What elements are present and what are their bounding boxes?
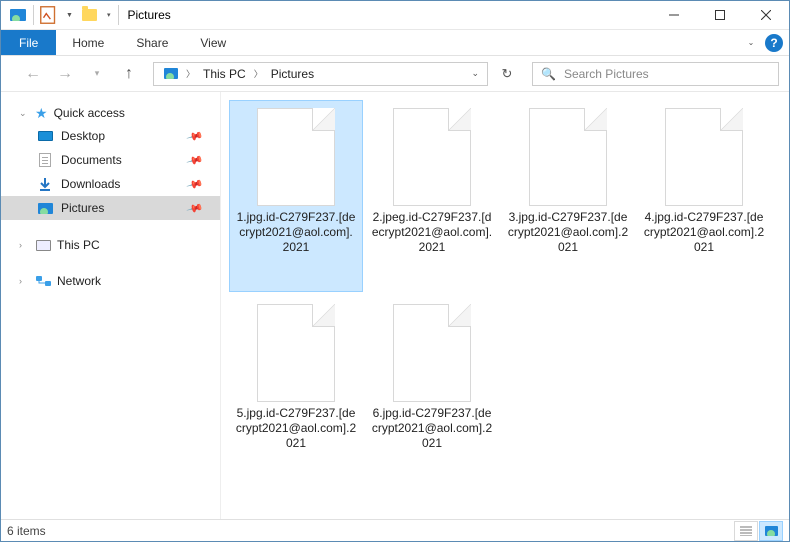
file-list[interactable]: 1.jpg.id-C279F237.[decrypt2021@aol.com].… — [221, 92, 789, 519]
window-controls — [651, 1, 789, 30]
file-item[interactable]: 3.jpg.id-C279F237.[decrypt2021@aol.com].… — [501, 100, 635, 292]
tab-view[interactable]: View — [184, 30, 242, 55]
sidebar-item-pictures[interactable]: Pictures 📌 — [1, 196, 220, 220]
file-label: 6.jpg.id-C279F237.[decrypt2021@aol.com].… — [365, 406, 499, 451]
search-icon: 🔍 — [541, 67, 556, 81]
pin-icon: 📌 — [186, 199, 204, 217]
file-item[interactable]: 6.jpg.id-C279F237.[decrypt2021@aol.com].… — [365, 296, 499, 488]
breadcrumb-item[interactable]: This PC — [197, 67, 252, 81]
window-title: Pictures — [121, 8, 170, 22]
large-icons-view-button[interactable] — [759, 521, 783, 541]
caret-right-icon: › — [19, 276, 29, 286]
forward-button[interactable]: → — [51, 60, 79, 88]
sidebar-item-documents[interactable]: Documents 📌 — [19, 148, 220, 172]
sidebar-item-network[interactable]: › Network — [19, 270, 220, 292]
breadcrumb-dropdown-icon[interactable]: ⌄ — [471, 68, 479, 79]
sidebar-item-label: This PC — [57, 238, 100, 252]
sidebar-item-this-pc[interactable]: › This PC — [19, 234, 220, 256]
file-label: 5.jpg.id-C279F237.[decrypt2021@aol.com].… — [229, 406, 363, 451]
qat-customize[interactable]: ▾ — [103, 11, 115, 19]
file-icon — [257, 108, 335, 206]
caret-down-icon: ⌄ — [19, 108, 29, 119]
sidebar-item-label: Pictures — [61, 201, 104, 215]
item-count: 6 items — [7, 524, 46, 538]
file-icon — [393, 108, 471, 206]
desktop-icon — [37, 129, 53, 143]
file-label: 4.jpg.id-C279F237.[decrypt2021@aol.com].… — [637, 210, 771, 255]
up-button[interactable]: ↑ — [115, 60, 143, 88]
file-item[interactable]: 4.jpg.id-C279F237.[decrypt2021@aol.com].… — [637, 100, 771, 292]
chevron-right-icon[interactable]: 〉 — [184, 67, 197, 80]
ribbon-collapse-icon[interactable]: ⌄ — [739, 38, 763, 47]
minimize-button[interactable] — [651, 1, 697, 30]
quick-access-toolbar: ▼ ▾ — [1, 4, 121, 26]
status-bar: 6 items — [1, 519, 789, 542]
navigation-pane: ⌄ ★ Quick access Desktop 📌 Documents 📌 D… — [1, 92, 221, 519]
help-icon[interactable]: ? — [765, 34, 783, 52]
ribbon: File Home Share View ⌄ ? — [1, 30, 789, 56]
sidebar-item-label: Documents — [61, 153, 122, 167]
search-input[interactable]: 🔍 Search Pictures — [532, 62, 779, 86]
sidebar-item-label: Quick access — [54, 106, 125, 120]
folder-icon[interactable] — [79, 4, 101, 26]
back-button[interactable]: ← — [19, 60, 47, 88]
recent-dropdown[interactable]: ▾ — [83, 60, 111, 88]
properties-icon[interactable] — [38, 4, 60, 26]
file-icon — [393, 304, 471, 402]
separator — [33, 5, 34, 25]
sidebar-item-downloads[interactable]: Downloads 📌 — [19, 172, 220, 196]
documents-icon — [37, 153, 53, 167]
search-placeholder: Search Pictures — [564, 67, 649, 81]
file-tab[interactable]: File — [1, 30, 56, 55]
qat-dropdown[interactable]: ▼ — [62, 12, 77, 19]
breadcrumb[interactable]: 〉 This PC 〉 Pictures ⌄ — [153, 62, 488, 86]
details-view-button[interactable] — [734, 521, 758, 541]
chevron-right-icon[interactable]: 〉 — [252, 67, 265, 80]
sidebar-item-desktop[interactable]: Desktop 📌 — [19, 124, 220, 148]
sidebar-item-quick-access[interactable]: ⌄ ★ Quick access — [19, 102, 220, 124]
pin-icon: 📌 — [186, 127, 204, 145]
refresh-button[interactable]: ↻ — [492, 66, 522, 82]
app-icon — [7, 4, 29, 26]
file-label: 2.jpeg.id-C279F237.[decrypt2021@aol.com]… — [365, 210, 499, 255]
file-icon — [529, 108, 607, 206]
caret-right-icon: › — [19, 240, 29, 250]
tab-home[interactable]: Home — [56, 30, 120, 55]
file-label: 1.jpg.id-C279F237.[decrypt2021@aol.com].… — [230, 210, 362, 255]
tab-share[interactable]: Share — [120, 30, 184, 55]
navigation-bar: ← → ▾ ↑ 〉 This PC 〉 Pictures ⌄ ↻ 🔍 Searc… — [1, 56, 789, 92]
network-icon — [35, 274, 51, 288]
close-button[interactable] — [743, 1, 789, 30]
pin-icon: 📌 — [186, 175, 204, 193]
file-item[interactable]: 2.jpeg.id-C279F237.[decrypt2021@aol.com]… — [365, 100, 499, 292]
sidebar-item-label: Desktop — [61, 129, 105, 143]
file-icon — [257, 304, 335, 402]
maximize-button[interactable] — [697, 1, 743, 30]
breadcrumb-root-icon[interactable] — [158, 68, 184, 79]
pictures-icon — [37, 201, 53, 215]
pin-icon: 📌 — [186, 151, 204, 169]
file-item[interactable]: 5.jpg.id-C279F237.[decrypt2021@aol.com].… — [229, 296, 363, 488]
file-item[interactable]: 1.jpg.id-C279F237.[decrypt2021@aol.com].… — [229, 100, 363, 292]
pc-icon — [35, 238, 51, 252]
breadcrumb-item[interactable]: Pictures — [265, 67, 320, 81]
file-icon — [665, 108, 743, 206]
sidebar-item-label: Downloads — [61, 177, 120, 191]
downloads-icon — [37, 177, 53, 191]
file-label: 3.jpg.id-C279F237.[decrypt2021@aol.com].… — [501, 210, 635, 255]
titlebar: ▼ ▾ Pictures — [1, 1, 789, 30]
sidebar-item-label: Network — [57, 274, 101, 288]
star-icon: ★ — [35, 105, 48, 122]
separator — [118, 5, 119, 25]
